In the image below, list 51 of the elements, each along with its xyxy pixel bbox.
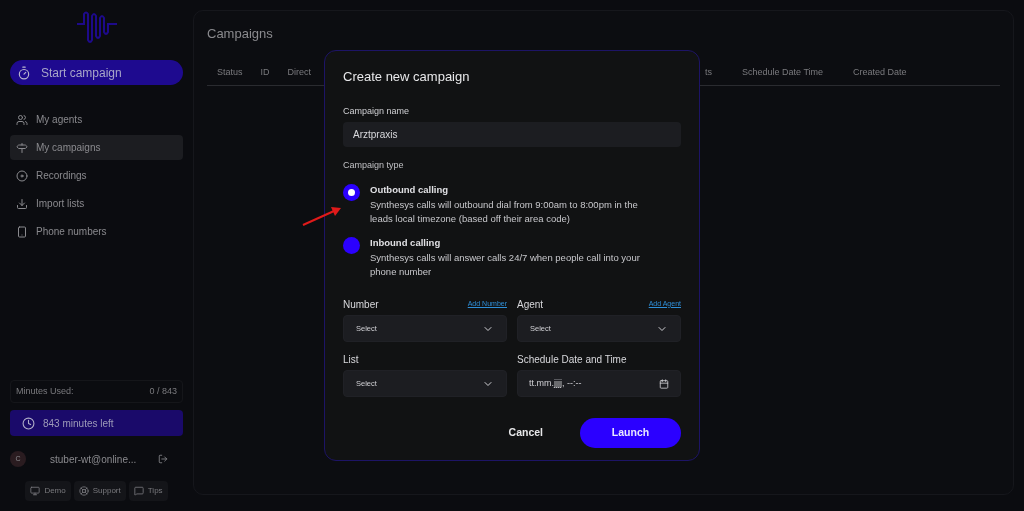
clock-icon — [22, 416, 35, 430]
field-label: List — [343, 352, 359, 367]
monitor-icon — [30, 486, 41, 496]
download-icon — [16, 197, 28, 210]
logout-icon[interactable] — [158, 454, 168, 464]
phone-icon — [16, 225, 28, 238]
radio-button[interactable] — [343, 183, 360, 201]
disc-icon — [16, 169, 28, 182]
field-label: Campaign name — [343, 104, 411, 118]
column-header: Schedule Date Time — [742, 66, 824, 80]
radio-button[interactable] — [343, 236, 360, 254]
start-campaign-button[interactable]: Start campaign — [10, 60, 183, 85]
date-time-field[interactable]: tt.mm.jjjj, --:-- — [517, 370, 681, 397]
option-title: Outbound calling — [370, 182, 450, 197]
minutes-used-value: 0 / 843 — [149, 384, 177, 398]
column-header: ID — [260, 66, 270, 80]
minutes-left-text: 843 minutes left — [43, 416, 114, 431]
sidebar-item[interactable]: My campaigns — [10, 135, 183, 160]
cancel-button[interactable]: Cancel — [508, 425, 543, 441]
calendar-icon[interactable] — [659, 378, 669, 389]
sidebar-item[interactable]: Phone numbers — [10, 219, 183, 244]
option-title: Inbound calling — [370, 235, 442, 250]
footer-button[interactable]: Demo — [25, 481, 71, 501]
field-label: Campaign type — [343, 159, 405, 172]
sidebar-item[interactable]: My agents — [10, 107, 183, 132]
minutes-used-label: Minutes Used: — [16, 384, 74, 398]
column-header: ts — [705, 66, 713, 80]
field-label: Agent — [517, 297, 544, 312]
people-icon — [16, 113, 28, 126]
chat-icon — [133, 486, 144, 496]
arrow-icon — [302, 205, 342, 227]
stopwatch-icon — [17, 65, 31, 80]
signpost-icon — [16, 141, 28, 154]
lifebuoy-icon — [78, 486, 89, 496]
sidebar-item[interactable]: Import lists — [10, 191, 183, 216]
user-email: stuber-wt@online... — [50, 452, 137, 467]
page-title: Campaigns — [207, 25, 274, 43]
campaign-name-field[interactable]: Arztpraxis — [343, 122, 681, 147]
column-header: Created Date — [853, 66, 907, 80]
footer-button[interactable]: Support — [73, 481, 126, 501]
field-label: Schedule Date and Time — [517, 352, 627, 367]
column-header: Status — [217, 66, 243, 80]
option-description: Synthesys calls will answer calls 24/7 when people call into your phone number — [370, 251, 641, 279]
sidebar-item[interactable]: Recordings — [10, 163, 183, 188]
column-header: Direct — [287, 66, 312, 80]
footer-button[interactable]: Tips — [128, 481, 168, 501]
field-label: Number — [343, 297, 379, 312]
dialog-title: Create new campaign — [343, 68, 471, 86]
logo-icon — [75, 10, 118, 46]
launch-button[interactable]: Launch — [580, 418, 681, 448]
option-description: Synthesys calls will outbound dial from 9:00am to 8:00pm in the leads local timezone (based off their area code) — [370, 197, 639, 226]
